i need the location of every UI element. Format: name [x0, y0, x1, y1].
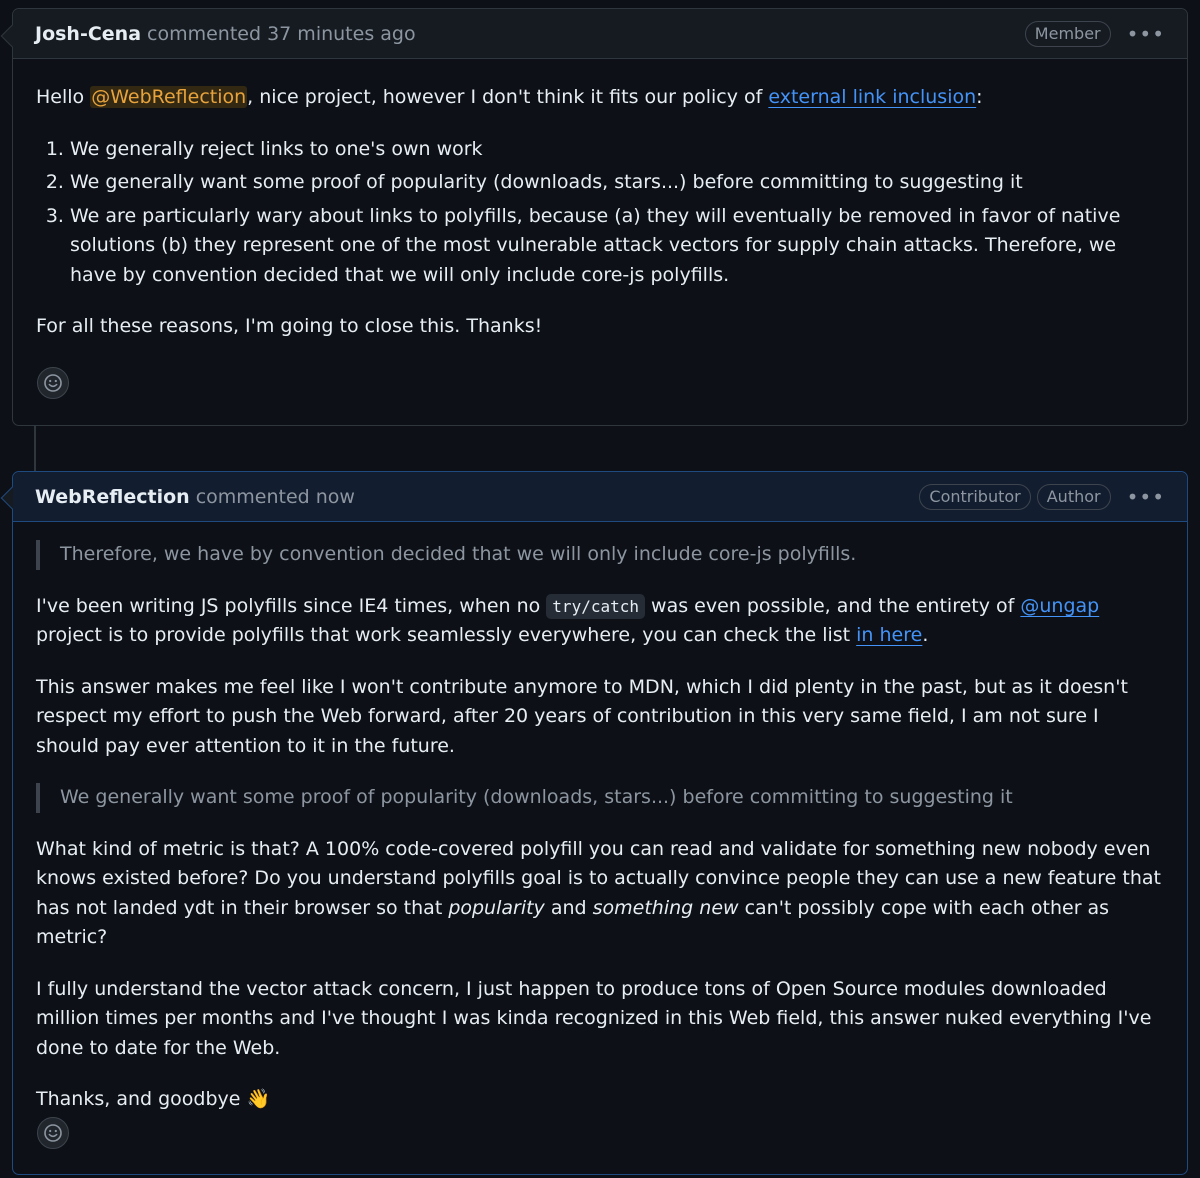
- reasons-list: We generally reject links to one's own w…: [36, 135, 1164, 291]
- inline-code: try/catch: [546, 593, 645, 619]
- member-badge: Member: [1024, 20, 1111, 47]
- text: .: [922, 624, 929, 646]
- kebab-horizontal-icon[interactable]: •••: [1127, 24, 1165, 44]
- comment-header: WebReflection commented now Contributor …: [13, 472, 1187, 522]
- emphasis: popularity: [448, 896, 545, 919]
- paragraph: I've been writing JS polyfills since IE4…: [36, 592, 1164, 651]
- text: and: [544, 896, 593, 919]
- comment-timestamp[interactable]: commented now: [196, 486, 355, 508]
- smiley-icon: [44, 1124, 62, 1142]
- emphasis: something new: [592, 896, 739, 919]
- kebab-horizontal-icon[interactable]: •••: [1127, 487, 1165, 507]
- mention-webreflection[interactable]: @WebReflection: [90, 86, 248, 108]
- comment-header: Josh-Cena commented 37 minutes ago Membe…: [13, 9, 1187, 59]
- add-reaction-button[interactable]: [37, 1117, 69, 1149]
- comment-timestamp[interactable]: commented 37 minutes ago: [147, 23, 416, 45]
- list-item: We are particularly wary about links to …: [70, 202, 1164, 291]
- ungap-mention-link[interactable]: @ungap: [1020, 595, 1099, 617]
- in-here-link[interactable]: in here: [856, 624, 922, 646]
- author-badge: Author: [1036, 483, 1111, 510]
- paragraph: This answer makes me feel like I won't c…: [36, 675, 1128, 757]
- contributor-badge: Contributor: [919, 483, 1031, 510]
- list-item: We generally want some proof of populari…: [70, 168, 1164, 198]
- comment-body: Therefore, we have by convention decided…: [13, 522, 1187, 1115]
- comment-josh-cena: Josh-Cena commented 37 minutes ago Membe…: [0, 8, 1188, 426]
- quote-block: We generally want some proof of populari…: [36, 783, 1164, 813]
- text: I've been writing JS polyfills since IE4…: [36, 594, 547, 617]
- external-link-policy-link[interactable]: external link inclusion: [768, 86, 976, 108]
- comment-webreflection: WebReflection commented now Contributor …: [0, 471, 1188, 1175]
- intro-paragraph: Hello @WebReflection, nice project, howe…: [36, 83, 1164, 113]
- greeting-text: Hello: [36, 86, 91, 108]
- smiley-icon: [44, 374, 62, 392]
- list-item: We generally reject links to one's own w…: [70, 135, 1164, 165]
- text: project is to provide polyfills that wor…: [36, 624, 857, 646]
- comment-author[interactable]: WebReflection: [35, 486, 190, 508]
- intro-text: , nice project, however I don't think it…: [247, 86, 769, 108]
- comment-body: Hello @WebReflection, nice project, howe…: [13, 59, 1187, 342]
- quote-block: Therefore, we have by convention decided…: [36, 540, 1164, 570]
- paragraph: Thanks, and goodbye 👋: [36, 1088, 271, 1110]
- text: was even possible, and the entirety of: [645, 594, 1021, 617]
- paragraph: What kind of metric is that? A 100% code…: [36, 835, 1164, 953]
- timeline-line: [34, 426, 36, 471]
- closing-paragraph: For all these reasons, I'm going to clos…: [36, 315, 543, 337]
- add-reaction-button[interactable]: [37, 367, 69, 399]
- paragraph: I fully understand the vector attack con…: [36, 977, 1152, 1059]
- comment-author[interactable]: Josh-Cena: [35, 23, 141, 45]
- intro-end: :: [976, 86, 983, 108]
